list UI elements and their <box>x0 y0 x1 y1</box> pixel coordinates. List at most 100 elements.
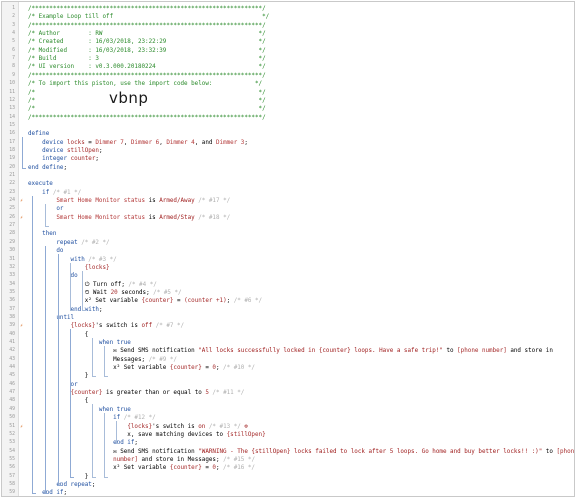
line-number: 10 <box>9 81 15 87</box>
code-line: 14 /*************************************… <box>2 114 574 122</box>
code-token: or <box>56 206 64 213</box>
code-line: 22 execute <box>2 180 574 188</box>
code-line: 40 { <box>2 331 574 339</box>
code-token: end with <box>28 306 99 313</box>
code-token: = <box>201 465 213 472</box>
code-line: 21 <box>2 172 574 180</box>
line-number: 31 <box>9 256 15 262</box>
line-number: 35 <box>9 289 15 295</box>
code-line: 32 {locks} <box>2 264 574 272</box>
line-number: 48 <box>9 398 15 404</box>
code-line: 47 {counter} is greater than or equal to… <box>2 389 574 397</box>
code-token: {counter} <box>70 390 103 397</box>
code-token: locks <box>67 139 85 146</box>
code-line: 56 x² Set variable {counter} = 0; /* #16… <box>2 464 574 472</box>
line-number: 28 <box>9 231 15 237</box>
code-text: end define; <box>28 164 67 172</box>
code-text: /* Modified : 16/03/2018, 23:32:39 */ <box>28 47 266 55</box>
code-token: end define <box>28 164 64 171</box>
code-token: /* Created : 16/03/2018, 23:22:29 */ <box>28 39 266 46</box>
code-token: to <box>442 348 458 355</box>
code-text: /***************************************… <box>28 72 266 80</box>
code-line: 30 do <box>2 247 574 255</box>
code-line: 18 device stillOpen; <box>2 147 574 155</box>
code-line: 42 ✉ Send SMS notification "All locks su… <box>2 347 574 355</box>
code-token: with <box>28 256 85 263</box>
trigger-lightning-icon: ⚡ <box>19 423 23 430</box>
piston-code-viewer: 1 /**************************************… <box>1 1 575 497</box>
code-text: /***************************************… <box>28 22 266 30</box>
code-line: 27 <box>2 222 574 230</box>
code-token: = <box>201 365 213 372</box>
code-token: /* #10 */ <box>219 365 255 372</box>
code-line: 39 ⚡ {locks}'s switch is off /* #7 */ <box>2 322 574 330</box>
line-number: 37 <box>9 306 15 312</box>
code-line: 12/* */ <box>2 97 574 105</box>
code-line: 29 repeat /* #2 */ <box>2 239 574 247</box>
code-token: {counter} <box>169 465 202 472</box>
line-number: 20 <box>9 164 15 170</box>
code-token: device <box>28 139 68 146</box>
code-text: /* Created : 16/03/2018, 23:22:29 */ <box>28 38 266 46</box>
code-token: {counter} <box>169 365 202 372</box>
code-line: 54 ✉ Send SMS notification "WARNING - Th… <box>2 448 574 456</box>
line-number: 15 <box>9 122 15 128</box>
code-line: 43 Messages; /* #9 */ <box>2 356 574 364</box>
code-line: 10 /* To import this piston, use the impo… <box>2 80 574 88</box>
code-token: {locks} <box>127 423 153 430</box>
line-number: 58 <box>9 481 15 487</box>
code-token: Dimmer 7 <box>95 139 124 146</box>
code-text: Smart Home Monitor status is Armed/Stay … <box>28 214 230 222</box>
code-text: repeat /* #2 */ <box>28 239 110 247</box>
code-token: [phone <box>556 448 575 455</box>
code-line: 25 or <box>2 205 574 213</box>
code-line: 44 x² Set variable {counter} = 0; /* #10… <box>2 364 574 372</box>
code-text: ✉ Send SMS notification "WARNING - The {… <box>28 448 575 456</box>
line-number: 3 <box>12 22 15 28</box>
code-token: ; <box>91 481 96 488</box>
code-token: /***************************************… <box>28 72 266 79</box>
line-number: 23 <box>9 189 15 195</box>
code-token: 's switch is <box>95 323 142 330</box>
code-token: /***************************************… <box>28 6 266 12</box>
code-text: x² Set variable {counter} = 0; /* #16 */ <box>28 464 255 472</box>
code-token: /* To import this piston, use the import… <box>28 81 263 88</box>
line-number: 26 <box>9 214 15 220</box>
code-token: /* #2 */ <box>77 239 110 246</box>
line-number: 34 <box>9 281 15 287</box>
code-text: define <box>28 130 49 138</box>
code-token: {locks} <box>84 264 110 271</box>
line-number: 39 <box>9 323 15 329</box>
code-text: ⏲ Wait 20 seconds; /* #5 */ <box>28 289 182 297</box>
line-number: 1 <box>12 6 15 11</box>
line-number: 59 <box>9 490 15 496</box>
code-token: seconds; <box>117 289 150 296</box>
code-token: Smart Home Monitor status <box>56 198 146 205</box>
line-number: 8 <box>12 64 15 70</box>
code-text: {locks}'s switch is off /* #7 */ <box>28 322 185 330</box>
block-guide <box>104 346 108 378</box>
line-number: 47 <box>9 390 15 396</box>
code-token: when true <box>28 340 131 346</box>
code-line: 4 /* Author : RW */ <box>2 30 574 38</box>
line-number: 51 <box>9 423 15 429</box>
code-token: Dimmer 4 <box>166 139 195 146</box>
code-line: 51 ⚡ {locks}'s switch is on /* #13 */ ⊗ <box>2 423 574 431</box>
code-token: counter <box>70 156 96 163</box>
line-number: 45 <box>9 373 15 379</box>
code-text: /* UI version : v0.3.000.20180224 */ <box>28 63 266 71</box>
code-token: /* #17 */ <box>194 198 231 205</box>
code-line: 52 x, save matching devices to {stillOpe… <box>2 431 574 439</box>
code-text: /* Example Loop till off */ <box>28 13 269 21</box>
code-token: /* #5 */ <box>149 289 182 296</box>
code-token: Dimmer 3 <box>215 139 245 146</box>
line-number: 22 <box>9 181 15 187</box>
code-token: x² Set variable <box>28 465 170 472</box>
code-line: 28 then <box>2 230 574 238</box>
code-line: 11/* */ <box>2 89 574 97</box>
code-token: stillOpen <box>67 147 99 154</box>
code-line: 31 with /* #3 */ <box>2 256 574 264</box>
code-text: end with; <box>28 306 103 314</box>
code-token: /* Modified : 16/03/2018, 23:32:39 */ <box>28 47 266 54</box>
line-number: 57 <box>9 473 15 479</box>
